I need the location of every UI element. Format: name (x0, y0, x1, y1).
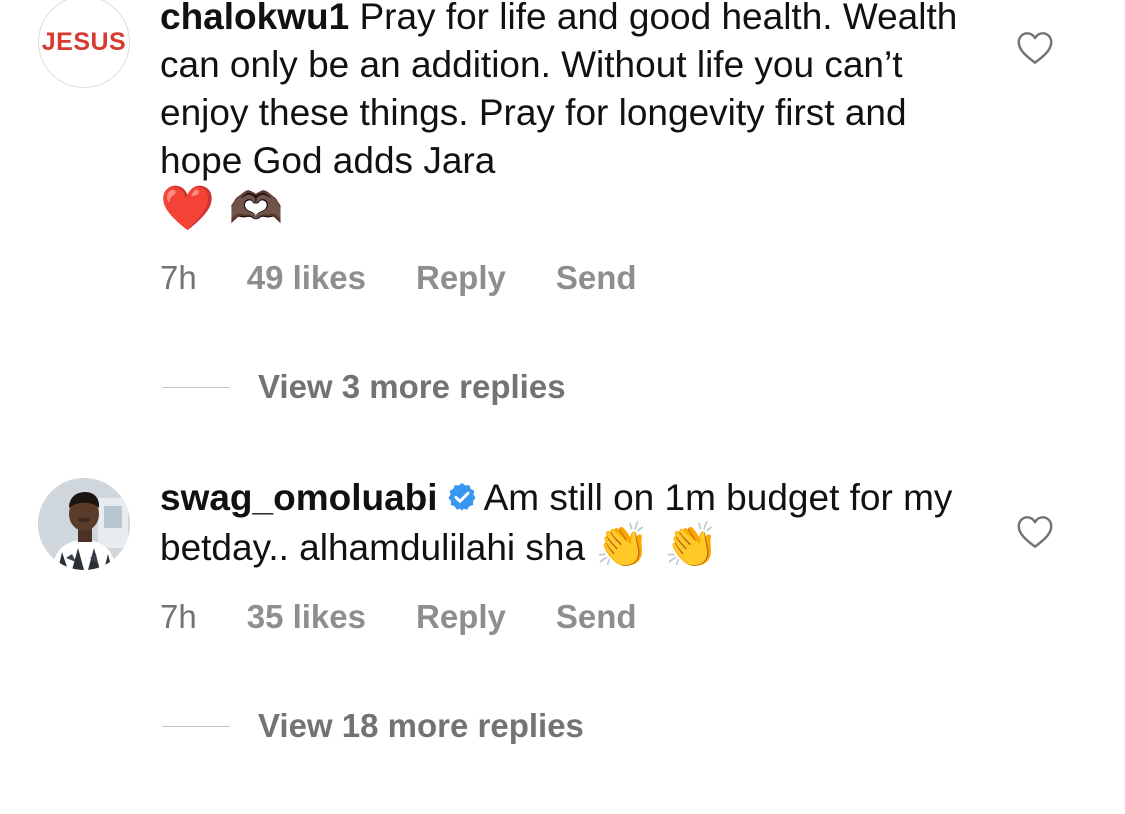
likes-count[interactable]: 35 likes (247, 598, 366, 636)
avatar[interactable] (38, 478, 130, 570)
verified-badge-icon (447, 483, 476, 511)
profile-photo (38, 478, 130, 570)
divider-line (162, 725, 230, 727)
comment-emojis: 👏 👏 (595, 520, 719, 571)
comment-username[interactable]: swag_omoluabi (160, 477, 438, 518)
comment-actions: 7h 35 likes Reply Send (160, 597, 637, 637)
reply-button[interactable]: Reply (416, 598, 506, 636)
comment-body: swag_omoluabi Am still on 1m budget for m… (160, 474, 960, 572)
view-replies-button[interactable]: View 18 more replies (162, 706, 584, 746)
comment-time: 7h (160, 598, 197, 635)
heart-outline-icon[interactable] (1016, 515, 1054, 549)
view-replies-label: View 18 more replies (258, 707, 584, 744)
send-button[interactable]: Send (556, 598, 637, 636)
comment-item: swag_omoluabi Am still on 1m budget for m… (0, 0, 1125, 814)
